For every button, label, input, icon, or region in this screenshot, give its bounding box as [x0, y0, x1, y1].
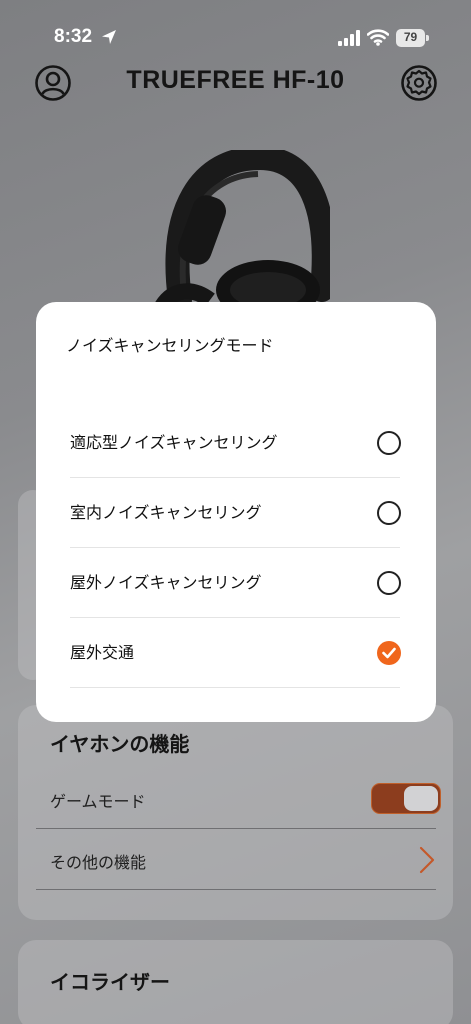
- location-arrow-icon: [102, 30, 116, 44]
- radio-button[interactable]: [377, 501, 401, 525]
- chevron-right-icon[interactable]: [419, 846, 435, 874]
- other-features-label[interactable]: その他の機能: [50, 849, 146, 873]
- noise-cancelling-mode-dialog: ノイズキャンセリングモード 適応型ノイズキャンセリング 室内ノイズキャンセリング…: [36, 302, 436, 722]
- status-bar: 8:32 79: [0, 0, 471, 60]
- radio-button[interactable]: [377, 431, 401, 455]
- battery-indicator: 79: [396, 29, 430, 47]
- divider: [70, 687, 400, 688]
- option-label: 屋外交通: [70, 643, 135, 662]
- headphones-product-image: [152, 150, 330, 320]
- option-adaptive-nc[interactable]: 適応型ノイズキャンセリング: [70, 408, 401, 478]
- option-label: 室内ノイズキャンセリング: [70, 503, 262, 522]
- divider: [36, 828, 436, 829]
- option-label: 適応型ノイズキャンセリング: [70, 433, 278, 452]
- checkmark-icon: [382, 647, 396, 659]
- option-outdoor-traffic[interactable]: 屋外交通: [70, 618, 401, 688]
- status-time: 8:32: [54, 26, 93, 47]
- option-outdoor-nc[interactable]: 屋外ノイズキャンセリング: [70, 548, 401, 618]
- cellular-signal-icon: [338, 30, 360, 46]
- features-section-title: イヤホンの機能: [50, 732, 190, 756]
- radio-button-selected[interactable]: [377, 641, 401, 665]
- option-label: 屋外ノイズキャンセリング: [70, 573, 262, 592]
- equalizer-section-title: イコライザー: [50, 970, 170, 994]
- game-mode-toggle[interactable]: [371, 783, 441, 814]
- toggle-knob: [404, 786, 438, 811]
- battery-level: 79: [403, 30, 418, 44]
- settings-gear-icon[interactable]: [400, 64, 438, 102]
- wifi-icon: [367, 29, 389, 46]
- radio-button[interactable]: [377, 571, 401, 595]
- option-indoor-nc[interactable]: 室内ノイズキャンセリング: [70, 478, 401, 548]
- divider: [36, 889, 436, 890]
- game-mode-label: ゲームモード: [50, 792, 146, 811]
- dialog-title: ノイズキャンセリングモード: [66, 336, 274, 355]
